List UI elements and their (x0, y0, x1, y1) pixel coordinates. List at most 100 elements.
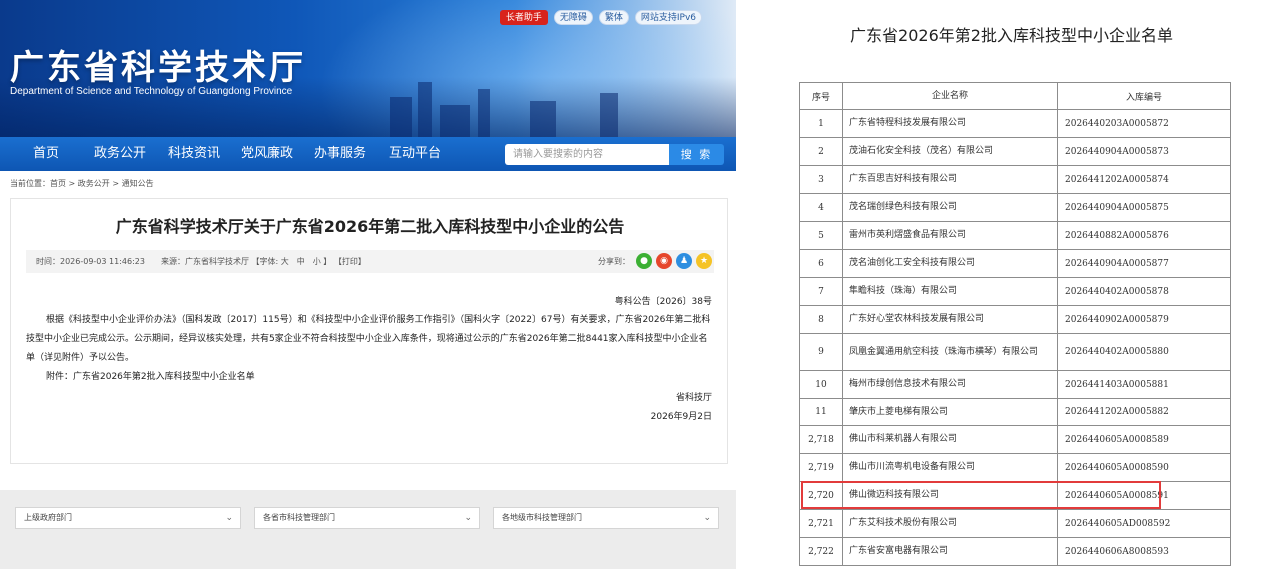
highlight-box (801, 481, 1161, 509)
select-label: 上级政府部门 (24, 513, 72, 522)
row-number: 2,722 (799, 537, 843, 566)
search-input[interactable]: 请输入要搜索的内容 (505, 144, 669, 165)
registration-code: 2026441202A0005874 (1057, 165, 1231, 194)
superior-gov-dept-select[interactable]: 上级政府部门 ⌄ (15, 507, 241, 529)
table-row: 2 茂油石化安全科技（茂名）有限公司 2026440904A0005873 (799, 137, 1231, 166)
ipv6-badge: 网站支持IPv6 (634, 10, 702, 25)
table-row: 11 肇庆市上菱电梯有限公司 2026441202A0005882 (799, 398, 1231, 426)
row-number: 2 (799, 137, 843, 166)
row-number: 10 (799, 370, 843, 399)
attachment-link[interactable]: 附件：广东省2026年第2批入库科技型中小企业名单 (46, 368, 736, 387)
chevron-down-icon: ⌄ (225, 513, 233, 523)
nav-item-services[interactable]: 办事服务 (314, 137, 366, 171)
registration-code: 2026440605A0008589 (1057, 425, 1231, 454)
row-number: 11 (799, 398, 843, 426)
footer-links: 上级政府部门 ⌄ 各省市科技管理部门 ⌄ 各地级市科技管理部门 ⌄ (0, 490, 736, 569)
registration-code: 2026440882A0005876 (1057, 221, 1231, 250)
company-name: 佛山市川流粤机电设备有限公司 (842, 453, 1058, 482)
article-panel: 广东省科学技术厅关于广东省2026年第二批入库科技型中小企业的公告 时间：202… (10, 198, 728, 464)
registration-code: 2026441202A0005882 (1057, 398, 1231, 426)
row-number: 8 (799, 305, 843, 334)
registration-code: 2026440402A0005878 (1057, 277, 1231, 306)
registration-code: 2026440606A8008593 (1057, 537, 1231, 566)
chevron-down-icon: ⌄ (464, 513, 472, 523)
site-banner: 广东省科学技术厅 Department of Science and Techn… (0, 0, 736, 137)
row-number: 6 (799, 249, 843, 278)
company-name: 广东好心堂农林科技发展有限公司 (842, 305, 1058, 334)
registration-code: 2026440904A0005873 (1057, 137, 1231, 166)
traditional-chinese-button[interactable]: 繁体 (598, 10, 629, 25)
main-nav: 首页 政务公开 科技资讯 党风廉政 办事服务 互动平台 请输入要搜索的内容 搜 … (0, 137, 736, 171)
article-date: 2026年9月2日 (650, 412, 712, 422)
company-name: 肇庆市上菱电梯有限公司 (842, 398, 1058, 426)
table-row: 7 隼瞻科技（珠海）有限公司 2026440402A0005878 (799, 277, 1231, 306)
registration-code: 2026440203A0005872 (1057, 109, 1231, 138)
table-row: 2,722 广东省安富电器有限公司 2026440606A8008593 (799, 537, 1231, 566)
weibo-icon[interactable]: ◉ (656, 253, 672, 269)
row-number: 1 (799, 109, 843, 138)
nav-item-party-conduct[interactable]: 党风廉政 (241, 137, 293, 171)
row-number: 2,718 (799, 425, 843, 454)
article-title: 广东省科学技术厅关于广东省2026年第二批入库科技型中小企业的公告 (115, 217, 625, 236)
provincial-tech-dept-select[interactable]: 各省市科技管理部门 ⌄ (254, 507, 480, 529)
row-number: 4 (799, 193, 843, 222)
company-name: 广东省特程科技发展有限公司 (842, 109, 1058, 138)
table-row: 4 茂名瑞创绿色科技有限公司 2026440904A0005875 (799, 193, 1231, 222)
table-row: 6 茂名油创化工安全科技有限公司 2026440904A0005877 (799, 249, 1231, 278)
registration-code: 2026441403A0005881 (1057, 370, 1231, 399)
share-label: 分享到： (598, 257, 630, 266)
registration-code: 2026440402A0005880 (1057, 333, 1231, 371)
accessibility-button[interactable]: 无障碍 (553, 10, 593, 25)
table-row: 10 梅州市绿创信息技术有限公司 2026441403A0005881 (799, 370, 1231, 399)
table-header-row: 序号 企业名称 入库编号 (799, 82, 1231, 110)
article-signature: 省科技厅 (675, 393, 712, 403)
select-label: 各地级市科技管理部门 (502, 513, 582, 522)
elder-assistant-button[interactable]: 长者助手 (499, 10, 548, 25)
table-row: 9 凤凰金翼通用航空科技（珠海市横琴）有限公司 2026440402A0005880 (799, 333, 1231, 371)
registration-code: 2026440902A0005879 (1057, 305, 1231, 334)
registration-code: 2026440904A0005877 (1057, 249, 1231, 278)
breadcrumb: 当前位置：首页 > 政务公开 > 通知公告 (10, 179, 154, 188)
document-number: 粤科公告〔2026〕38号 (614, 297, 712, 307)
company-name: 茂名油创化工安全科技有限公司 (842, 249, 1058, 278)
company-name: 广东艾科技术股份有限公司 (842, 509, 1058, 538)
company-name: 佛山市科莱机器人有限公司 (842, 425, 1058, 454)
table-row: 2,721 广东艾科技术股份有限公司 2026440605AD008592 (799, 509, 1231, 538)
table-row: 2,718 佛山市科莱机器人有限公司 2026440605A0008589 (799, 425, 1231, 454)
table-header-cell: 序号 (799, 82, 843, 110)
favorite-icon[interactable]: ★ (696, 253, 712, 269)
article-meta-bar: 时间：2026-09-03 11:46:23 来源：广东省科学技术厅 【字体: … (26, 250, 714, 273)
table-header-cell: 企业名称 (842, 82, 1058, 110)
registration-code: 2026440904A0005875 (1057, 193, 1231, 222)
search-button[interactable]: 搜 索 (669, 144, 724, 165)
company-name: 广东省安富电器有限公司 (842, 537, 1058, 566)
wechat-icon[interactable]: ● (636, 253, 652, 269)
city-tech-dept-select[interactable]: 各地级市科技管理部门 ⌄ (493, 507, 719, 529)
site-title: 广东省科学技术厅 (10, 48, 306, 88)
company-name: 隼瞻科技（珠海）有限公司 (842, 277, 1058, 306)
nav-item-home[interactable]: 首页 (33, 137, 59, 171)
list-title: 广东省2026年第2批入库科技型中小企业名单 (850, 26, 1173, 45)
company-name: 凤凰金翼通用航空科技（珠海市横琴）有限公司 (842, 333, 1058, 371)
row-number: 2,719 (799, 453, 843, 482)
table-row: 3 广东百思吉好科技有限公司 2026441202A0005874 (799, 165, 1231, 194)
row-number: 9 (799, 333, 843, 371)
table-row: 8 广东好心堂农林科技发展有限公司 2026440902A0005879 (799, 305, 1231, 334)
nav-item-interaction[interactable]: 互动平台 (389, 137, 441, 171)
nav-item-tech-news[interactable]: 科技资讯 (168, 137, 220, 171)
website-screenshot: 广东省科学技术厅 Department of Science and Techn… (0, 0, 736, 569)
article-meta: 时间：2026-09-03 11:46:23 来源：广东省科学技术厅 【字体: … (36, 257, 366, 266)
company-name: 茂油石化安全科技（茂名）有限公司 (842, 137, 1058, 166)
registration-code: 2026440605A0008590 (1057, 453, 1231, 482)
qq-icon[interactable]: ♟ (676, 253, 692, 269)
row-number: 3 (799, 165, 843, 194)
row-number: 2,721 (799, 509, 843, 538)
article-body: 根据《科技型中小企业评价办法》（国科发政〔2017〕115号）和《科技型中小企业… (26, 315, 711, 363)
table-row: 5 雷州市英利熠盛食品有限公司 2026440882A0005876 (799, 221, 1231, 250)
row-number: 7 (799, 277, 843, 306)
row-number: 5 (799, 221, 843, 250)
nav-item-government-affairs[interactable]: 政务公开 (94, 137, 146, 171)
company-name: 茂名瑞创绿色科技有限公司 (842, 193, 1058, 222)
top-links: 长者助手 无障碍 繁体 网站支持IPv6 (499, 10, 702, 25)
registration-code: 2026440605AD008592 (1057, 509, 1231, 538)
